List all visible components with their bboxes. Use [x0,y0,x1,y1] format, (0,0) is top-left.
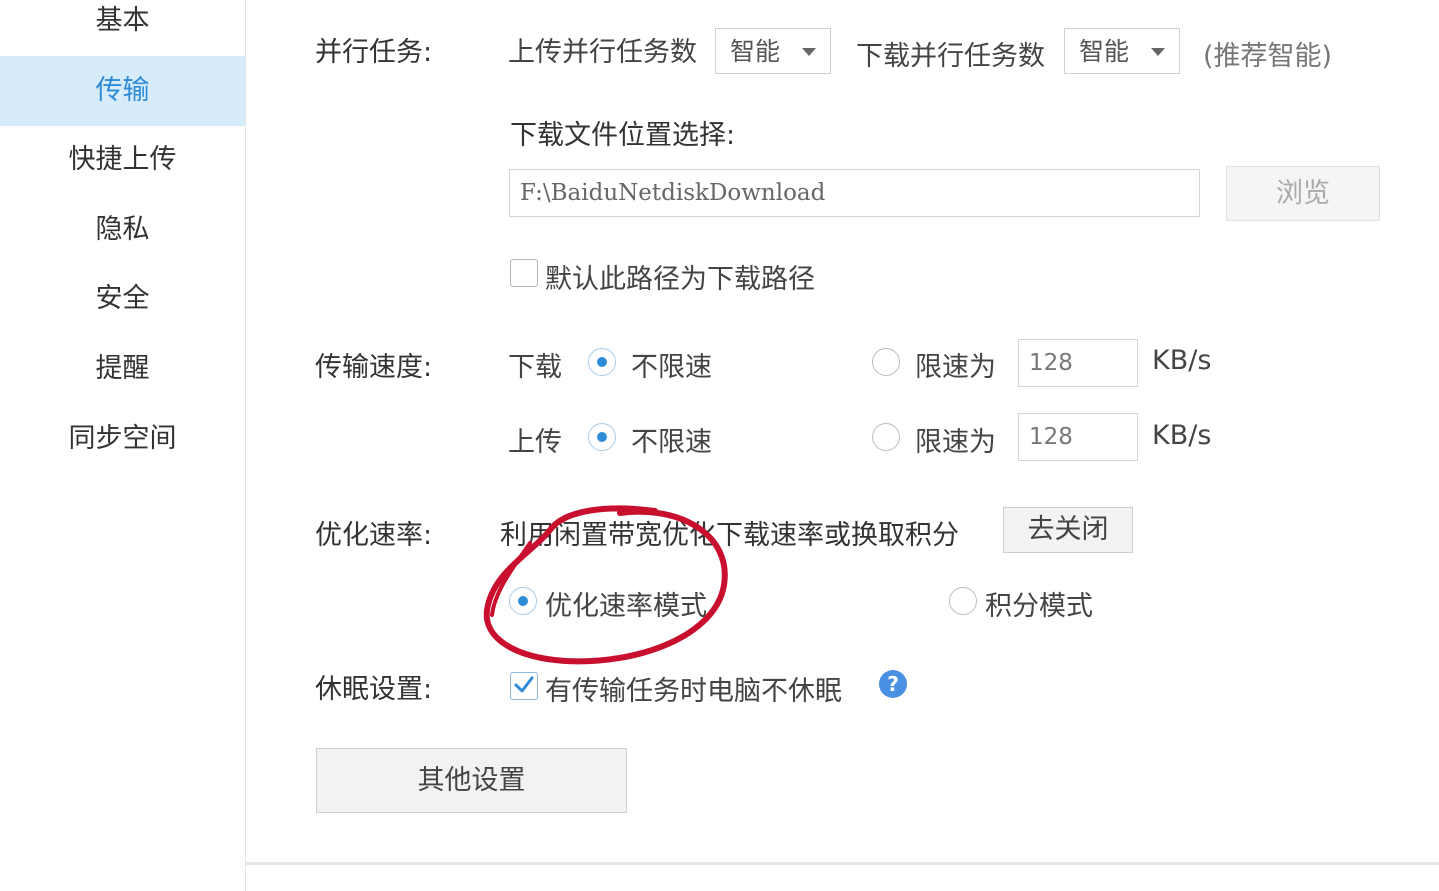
sidebar-item-sync-space[interactable]: 同步空间 [0,404,245,474]
settings-sidebar: 基本 传输 快捷上传 隐私 安全 提醒 同步空间 [0,0,246,891]
download-limit-label: 限速为 [915,352,996,383]
download-unlimited-label: 不限速 [631,352,712,383]
upload-limit-radio[interactable] [872,423,900,451]
upload-speed-label: 上传 [508,427,562,458]
sidebar-item-privacy[interactable]: 隐私 [0,195,245,265]
optimize-rate-label: 优化速率: [315,520,433,551]
download-limit-radio[interactable] [872,348,900,376]
no-sleep-label: 有传输任务时电脑不休眠 [545,676,842,707]
optimize-speed-mode-radio[interactable] [509,587,537,615]
default-path-label: 默认此路径为下载路径 [545,264,815,295]
upload-limit-label: 限速为 [915,427,996,458]
bottom-divider [246,862,1439,865]
download-parallel-label: 下载并行任务数 [856,41,1045,72]
sidebar-item-basic[interactable]: 基本 [0,0,245,56]
default-path-checkbox[interactable] [510,259,538,287]
download-speed-label: 下载 [508,352,562,383]
points-mode-label: 积分模式 [985,591,1093,622]
download-limit-unit: KB/s [1152,345,1212,376]
browse-button[interactable]: 浏览 [1226,166,1380,221]
chevron-down-icon [802,48,816,56]
upload-parallel-label: 上传并行任务数 [508,37,697,68]
help-icon[interactable]: ? [879,670,907,698]
transfer-speed-label: 传输速度: [315,352,433,383]
recommend-hint: (推荐智能) [1203,41,1333,72]
points-mode-radio[interactable] [949,587,977,615]
download-limit-input[interactable] [1018,339,1138,387]
upload-parallel-select[interactable]: 智能 [715,28,831,74]
close-optimize-button[interactable]: 去关闭 [1003,507,1133,553]
no-sleep-checkbox[interactable] [510,672,538,700]
upload-limit-unit: KB/s [1152,420,1212,451]
upload-parallel-value: 智能 [730,37,781,66]
chevron-down-icon [1151,48,1165,56]
download-parallel-value: 智能 [1079,37,1130,66]
parallel-tasks-label: 并行任务: [315,37,433,68]
download-path-input[interactable] [509,169,1200,217]
sidebar-item-security[interactable]: 安全 [0,264,245,334]
optimize-speed-mode-label: 优化速率模式 [545,591,707,622]
download-unlimited-radio[interactable] [588,348,616,376]
upload-unlimited-radio[interactable] [588,423,616,451]
optimize-description: 利用闲置带宽优化下载速率或换取积分 [500,520,959,551]
sleep-settings-label: 休眠设置: [315,674,433,705]
download-location-label: 下载文件位置选择: [510,120,736,151]
checkmark-icon [514,676,534,693]
download-parallel-select[interactable]: 智能 [1064,28,1180,74]
sidebar-item-quick-upload[interactable]: 快捷上传 [0,125,245,195]
upload-unlimited-label: 不限速 [631,427,712,458]
sidebar-item-transfer[interactable]: 传输 [0,56,245,126]
other-settings-button[interactable]: 其他设置 [316,748,627,813]
upload-limit-input[interactable] [1018,413,1138,461]
sidebar-item-reminder[interactable]: 提醒 [0,334,245,404]
